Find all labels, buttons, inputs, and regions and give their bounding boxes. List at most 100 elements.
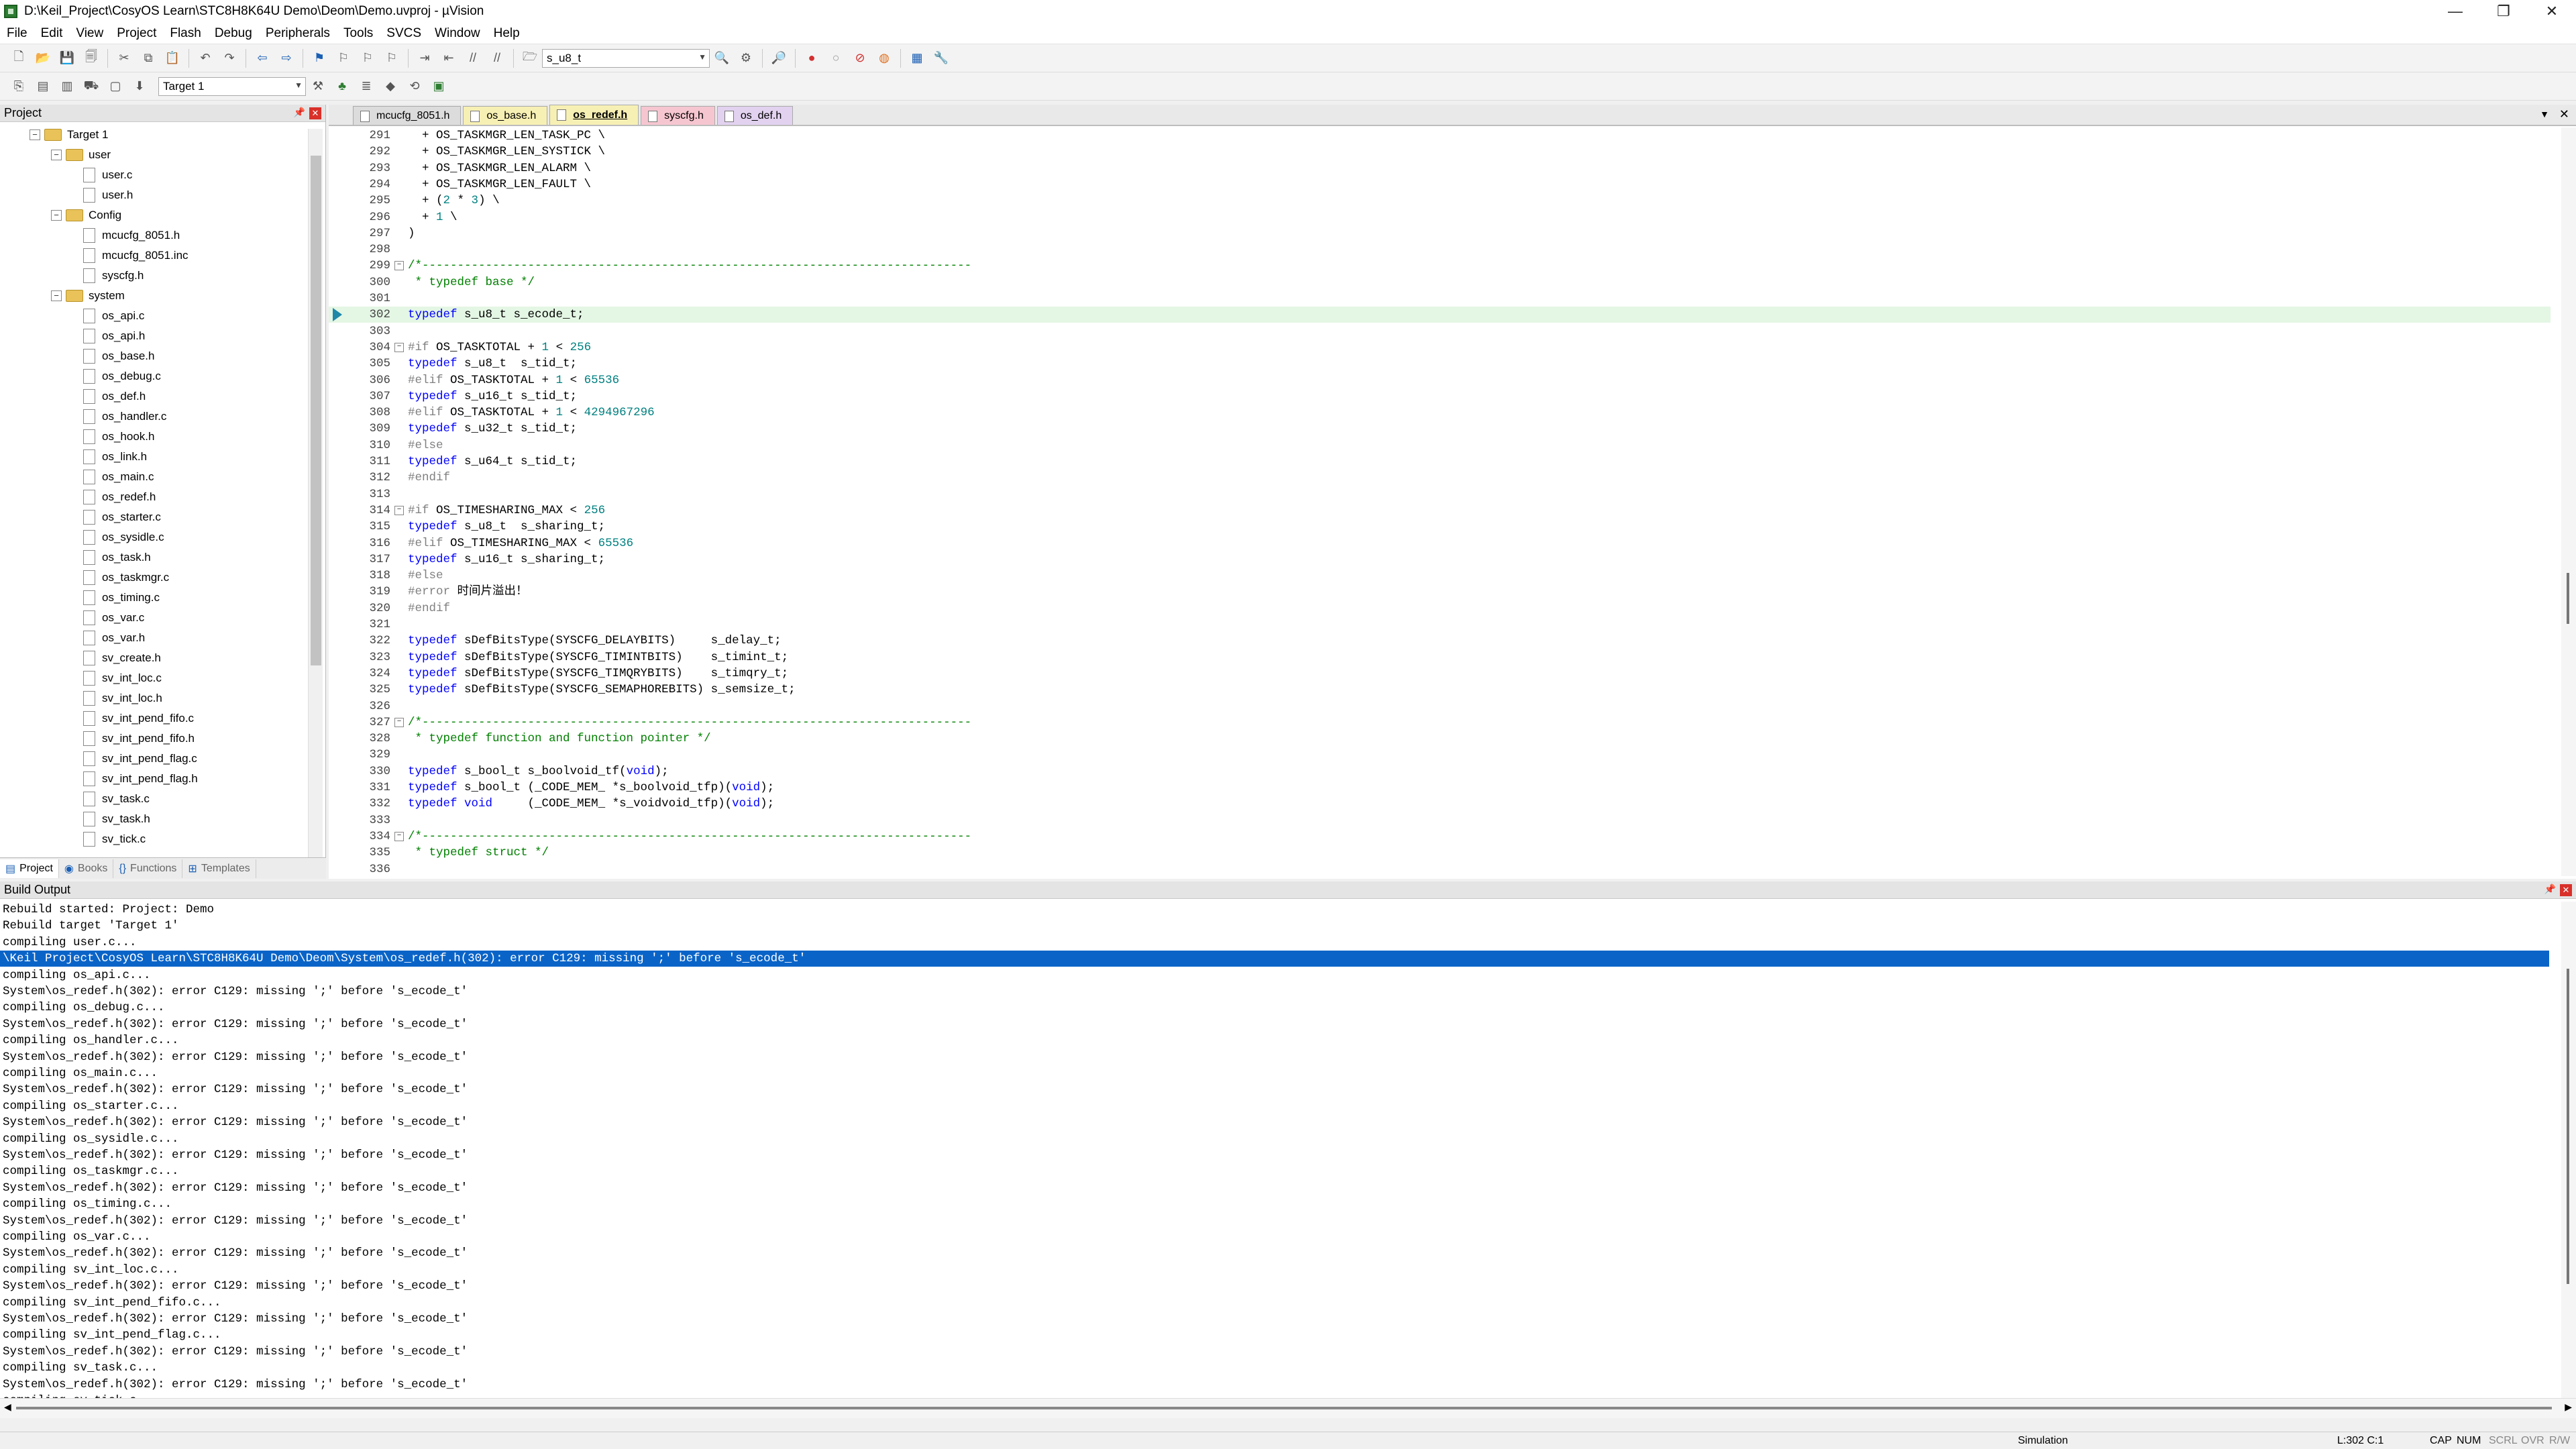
tree-file[interactable]: sv_int_loc.h xyxy=(83,688,162,708)
fold-icon[interactable]: − xyxy=(394,261,404,271)
rte-icon[interactable]: ⟲ xyxy=(405,76,425,97)
collapse-icon[interactable]: − xyxy=(51,290,62,301)
tree-folder[interactable]: − Config xyxy=(51,205,121,225)
output-line[interactable]: System\os_redef.h(302): error C129: miss… xyxy=(3,983,2552,1000)
menu-item-flash[interactable]: Flash xyxy=(163,26,207,41)
output-line[interactable]: compiling sv_int_pend_flag.c... xyxy=(3,1327,2552,1343)
scroll-thumb[interactable] xyxy=(2567,969,2569,1284)
menu-item-window[interactable]: Window xyxy=(428,26,487,41)
output-line[interactable]: System\os_redef.h(302): error C129: miss… xyxy=(3,1049,2552,1065)
paste-icon[interactable]: 📋 xyxy=(162,48,182,68)
tree-file[interactable]: os_api.c xyxy=(83,306,144,326)
prev-bookmark-icon[interactable]: ⚐ xyxy=(333,48,354,68)
collapse-icon[interactable]: − xyxy=(30,129,40,140)
fold-icon[interactable]: − xyxy=(394,831,404,841)
breakpoint-icon[interactable]: ● xyxy=(802,48,822,68)
tree-file[interactable]: os_sysidle.c xyxy=(83,527,164,547)
target-select[interactable]: Target 1 ▼ xyxy=(158,76,306,96)
tab-functions[interactable]: {} Functions xyxy=(113,859,183,878)
clear-bookmarks-icon[interactable]: ⚐ xyxy=(382,48,402,68)
target-options-icon[interactable]: ⚒ xyxy=(308,76,328,97)
disable-all-breakpoints-icon[interactable]: ◍ xyxy=(874,48,894,68)
output-line[interactable]: System\os_redef.h(302): error C129: miss… xyxy=(3,1081,2552,1097)
scroll-left-icon[interactable]: ◀ xyxy=(4,1401,11,1413)
tree-folder[interactable]: − system xyxy=(51,286,125,306)
output-line[interactable]: compiling os_timing.c... xyxy=(3,1196,2552,1212)
tree-file[interactable]: sv_int_loc.c xyxy=(83,668,162,688)
debug-session-icon[interactable]: 🔎 xyxy=(769,48,789,68)
tree-folder[interactable]: − user xyxy=(51,145,111,165)
output-line[interactable]: System\os_redef.h(302): error C129: miss… xyxy=(3,1278,2552,1294)
tree-file[interactable]: os_main.c xyxy=(83,467,154,487)
output-line[interactable]: Rebuild target 'Target 1' xyxy=(3,918,2552,934)
output-hscrollbar[interactable]: ◀ ▶ xyxy=(0,1398,2576,1418)
output-line[interactable]: System\os_redef.h(302): error C129: miss… xyxy=(3,1016,2552,1032)
save-icon[interactable]: 💾 xyxy=(57,48,77,68)
undo-icon[interactable]: ↶ xyxy=(195,48,215,68)
output-line[interactable]: compiling sv_tick.c... xyxy=(3,1393,2552,1398)
tree-file[interactable]: sv_tick.c xyxy=(83,829,146,849)
batch-build-icon[interactable]: ⛟ xyxy=(81,76,101,97)
manage-components-icon[interactable]: ≣ xyxy=(356,76,376,97)
tree-file[interactable]: os_base.h xyxy=(83,346,154,366)
download-icon[interactable]: ⬇ xyxy=(129,76,150,97)
close-icon[interactable]: ✕ xyxy=(309,107,321,119)
next-bookmark-icon[interactable]: ⚐ xyxy=(358,48,378,68)
tree-file[interactable]: sv_create.h xyxy=(83,648,161,668)
unindent-icon[interactable]: ⇤ xyxy=(439,48,459,68)
file-tab-mcucfg-8051-h[interactable]: mcucfg_8051.h xyxy=(353,106,462,125)
pack-installer-icon[interactable]: ▣ xyxy=(429,76,449,97)
tree-file[interactable]: sv_task.c xyxy=(83,789,150,809)
save-all-icon[interactable]: 🗐 xyxy=(81,48,101,68)
kill-breakpoints-icon[interactable]: ⊘ xyxy=(850,48,870,68)
output-line[interactable]: System\os_redef.h(302): error C129: miss… xyxy=(3,1344,2552,1360)
output-line[interactable]: compiling user.c... xyxy=(3,934,2552,951)
copy-icon[interactable]: ⧉ xyxy=(138,48,158,68)
close-icon[interactable]: ✕ xyxy=(2560,884,2572,896)
tree-file[interactable]: os_task.h xyxy=(83,547,151,568)
close-icon[interactable]: ✕ xyxy=(2559,107,2569,121)
project-scrollbar[interactable] xyxy=(308,129,323,857)
tree-file[interactable]: os_starter.c xyxy=(83,507,161,527)
tree-file[interactable]: os_debug.c xyxy=(83,366,161,386)
stop-build-icon[interactable]: ▢ xyxy=(105,76,125,97)
window-layout-icon[interactable]: ▦ xyxy=(907,48,927,68)
tree-file[interactable]: os_handler.c xyxy=(83,407,166,427)
tree-file[interactable]: user.h xyxy=(83,185,133,205)
cut-icon[interactable]: ✂ xyxy=(114,48,134,68)
output-line[interactable]: System\os_redef.h(302): error C129: miss… xyxy=(3,1147,2552,1163)
output-line[interactable]: compiling os_handler.c... xyxy=(3,1032,2552,1049)
tree-file[interactable]: os_def.h xyxy=(83,386,146,407)
indent-icon[interactable]: ⇥ xyxy=(415,48,435,68)
editor-scrollbar[interactable] xyxy=(2561,127,2576,876)
file-tab-os-redef-h[interactable]: os_redef.h xyxy=(549,105,639,125)
new-file-icon[interactable]: 🗋 xyxy=(9,48,29,68)
output-line[interactable]: compiling sv_int_pend_fifo.c... xyxy=(3,1295,2552,1311)
output-line[interactable]: compiling os_starter.c... xyxy=(3,1098,2552,1114)
tree-file[interactable]: os_redef.h xyxy=(83,487,156,507)
tree-file[interactable]: mcucfg_8051.inc xyxy=(83,246,189,266)
output-line[interactable]: System\os_redef.h(302): error C129: miss… xyxy=(3,1114,2552,1130)
tree-file[interactable]: os_taskmgr.c xyxy=(83,568,169,588)
output-line[interactable]: compiling os_sysidle.c... xyxy=(3,1131,2552,1147)
incremental-find-icon[interactable]: ⚙ xyxy=(736,48,756,68)
menu-item-debug[interactable]: Debug xyxy=(208,26,259,41)
output-line[interactable]: \Keil Project\CosyOS Learn\STC8H8K64U De… xyxy=(0,951,2549,967)
build-icon[interactable]: ▤ xyxy=(33,76,53,97)
scroll-thumb[interactable] xyxy=(16,1407,2552,1409)
menu-item-peripherals[interactable]: Peripherals xyxy=(259,26,337,41)
output-line[interactable]: compiling sv_int_loc.c... xyxy=(3,1262,2552,1278)
output-line[interactable]: compiling os_main.c... xyxy=(3,1065,2552,1081)
minimize-button[interactable]: — xyxy=(2431,0,2479,23)
find-combo[interactable]: s_u8_t ▼ xyxy=(542,48,710,68)
build-output-text[interactable]: Rebuild started: Project: Demo Rebuild ta… xyxy=(0,902,2559,1398)
menu-item-edit[interactable]: Edit xyxy=(34,26,70,41)
translate-icon[interactable]: ⎘ xyxy=(9,76,29,97)
menu-item-view[interactable]: View xyxy=(69,26,110,41)
uncomment-icon[interactable]: // xyxy=(487,48,507,68)
output-line[interactable]: System\os_redef.h(302): error C129: miss… xyxy=(3,1311,2552,1327)
tree-file[interactable]: user.c xyxy=(83,165,132,185)
fold-icon[interactable]: − xyxy=(394,505,404,515)
rebuild-icon[interactable]: ▥ xyxy=(57,76,77,97)
output-line[interactable]: Rebuild started: Project: Demo xyxy=(3,902,2552,918)
